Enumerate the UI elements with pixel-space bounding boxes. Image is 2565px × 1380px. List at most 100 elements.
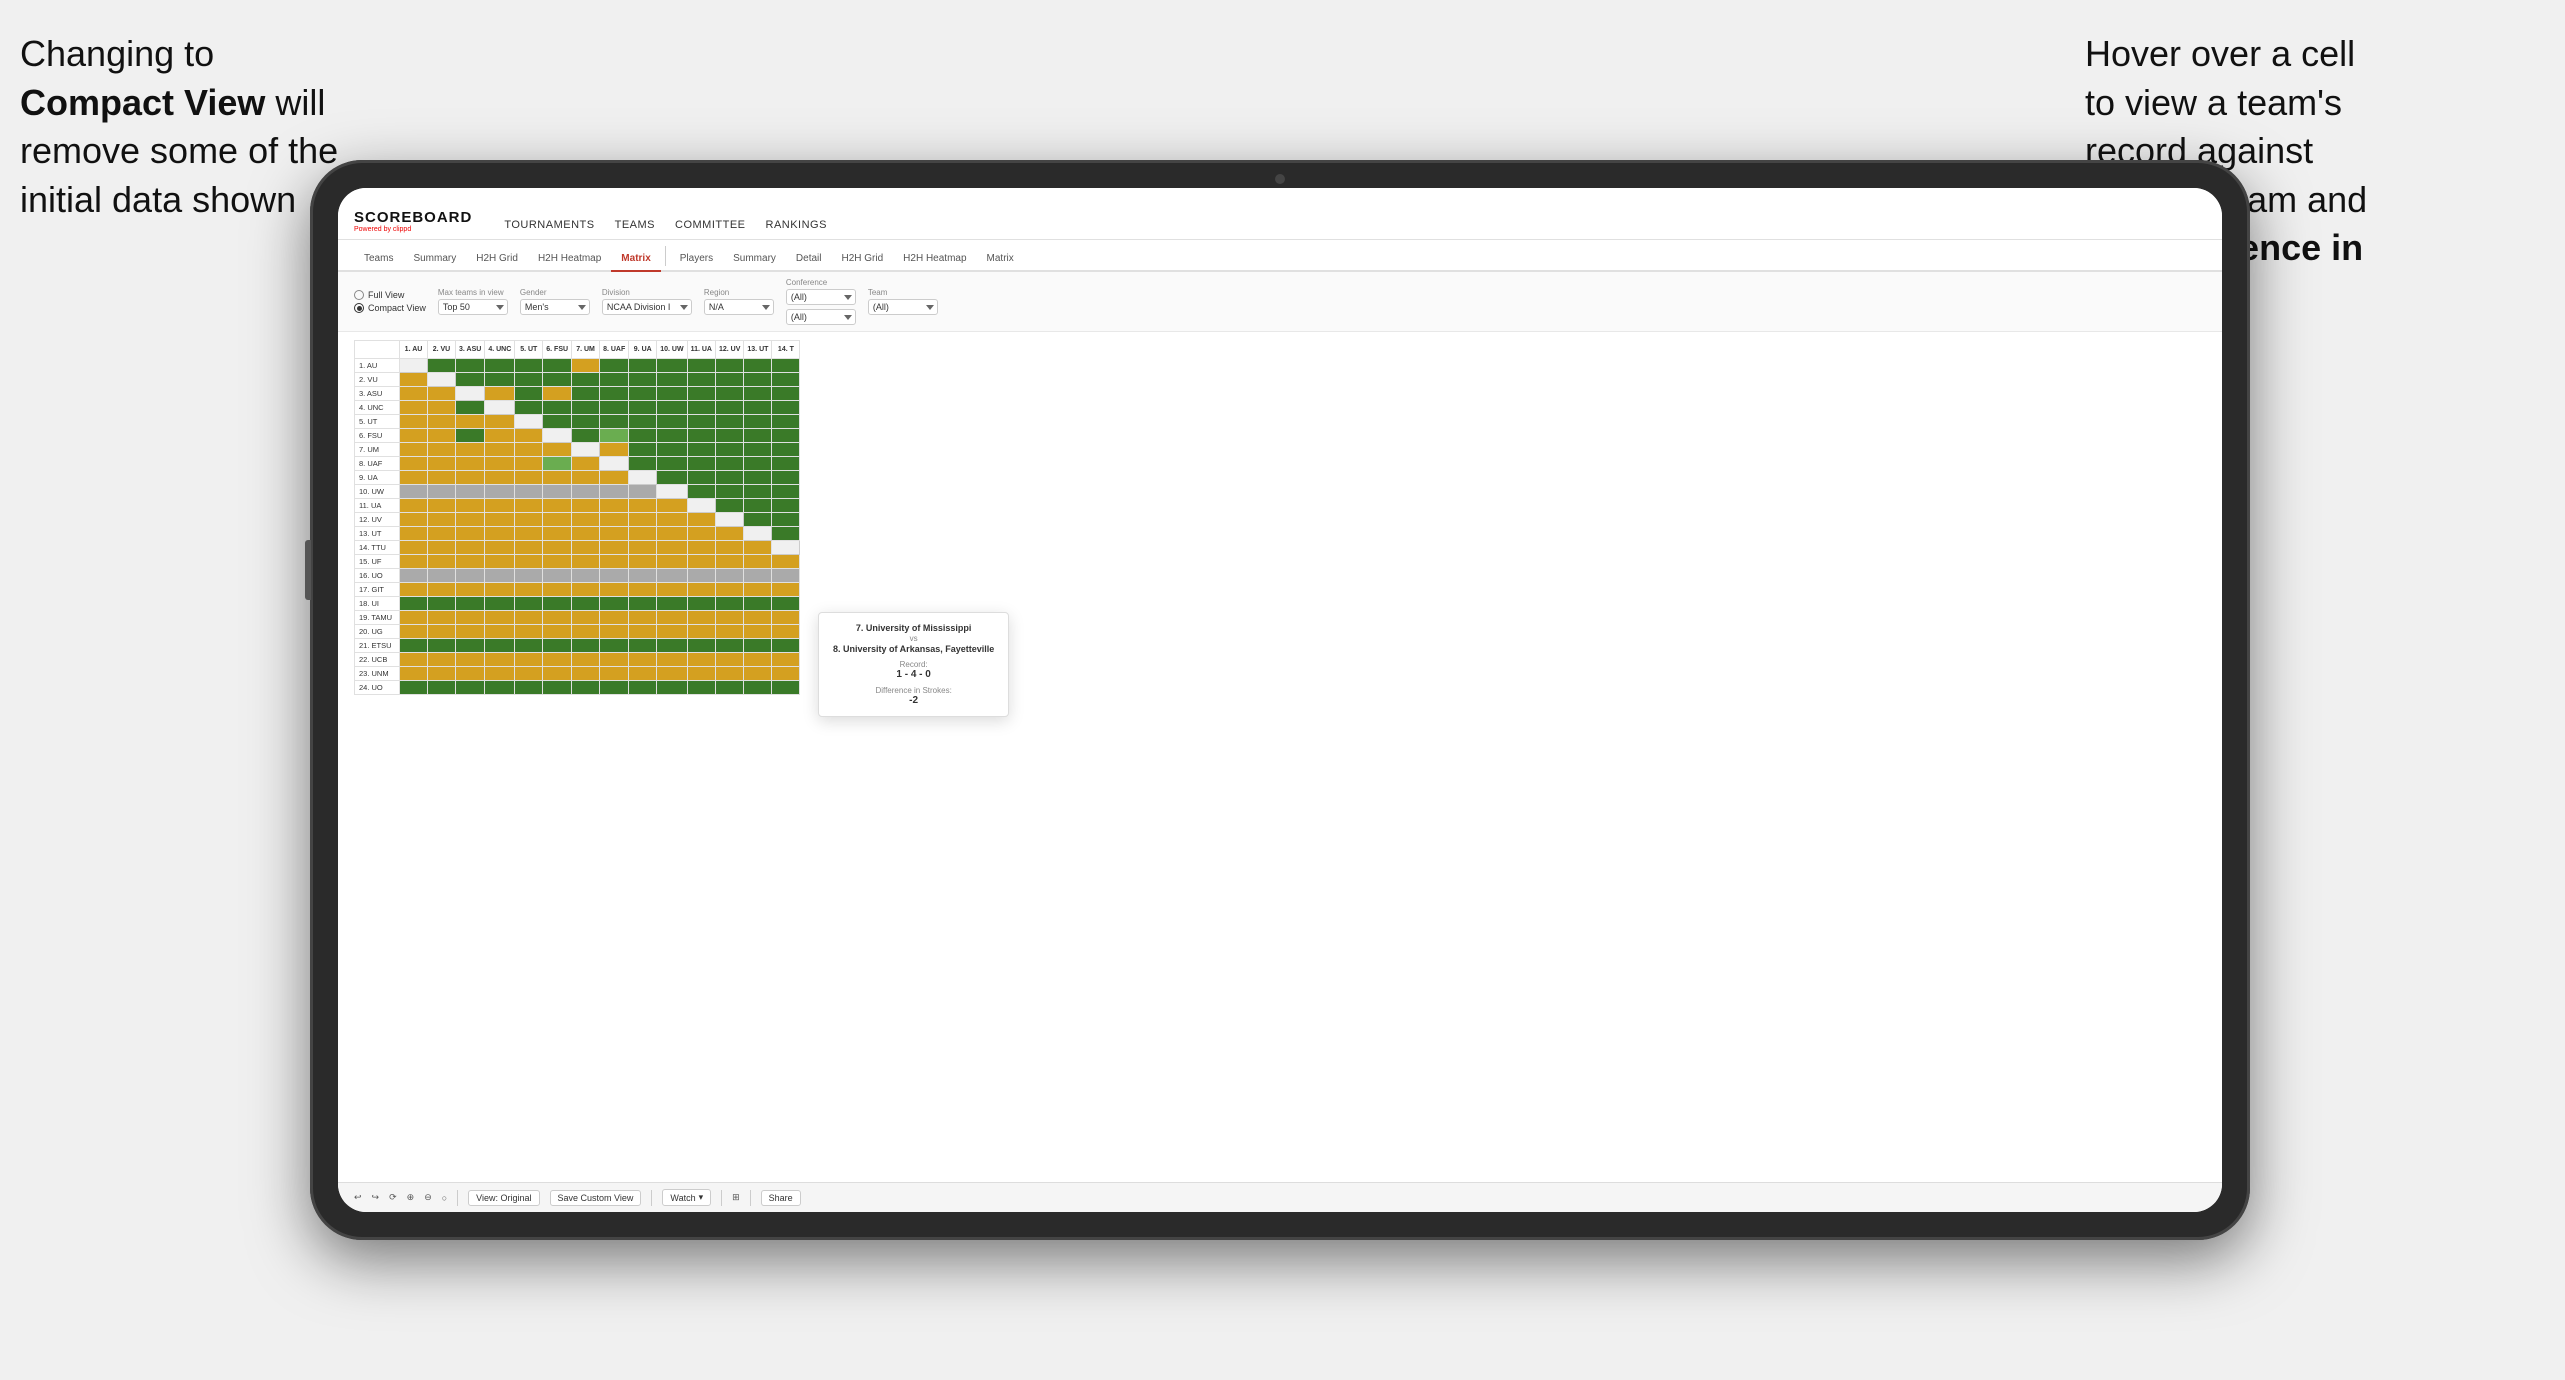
matrix-cell[interactable] <box>515 681 543 695</box>
matrix-cell[interactable] <box>572 499 600 513</box>
matrix-cell[interactable] <box>657 569 687 583</box>
matrix-cell[interactable] <box>772 457 800 471</box>
matrix-cell[interactable] <box>400 457 428 471</box>
matrix-cell[interactable] <box>687 401 715 415</box>
matrix-cell[interactable] <box>687 429 715 443</box>
matrix-cell[interactable] <box>772 597 800 611</box>
matrix-cell[interactable] <box>428 569 456 583</box>
matrix-cell[interactable] <box>600 639 629 653</box>
matrix-cell[interactable] <box>600 681 629 695</box>
matrix-cell[interactable] <box>600 513 629 527</box>
share-button[interactable]: Share <box>761 1190 801 1206</box>
matrix-cell[interactable] <box>485 625 515 639</box>
matrix-cell[interactable] <box>687 513 715 527</box>
matrix-cell[interactable] <box>657 639 687 653</box>
save-custom-button[interactable]: Save Custom View <box>550 1190 642 1206</box>
matrix-cell[interactable] <box>515 485 543 499</box>
matrix-cell[interactable] <box>772 541 800 555</box>
matrix-cell[interactable] <box>629 681 657 695</box>
matrix-cell[interactable] <box>687 373 715 387</box>
matrix-cell[interactable] <box>772 443 800 457</box>
matrix-cell[interactable] <box>543 569 572 583</box>
matrix-cell[interactable] <box>572 443 600 457</box>
matrix-cell[interactable] <box>715 401 743 415</box>
matrix-cell[interactable] <box>428 541 456 555</box>
matrix-cell[interactable] <box>456 415 485 429</box>
matrix-cell[interactable] <box>400 681 428 695</box>
matrix-cell[interactable] <box>572 555 600 569</box>
matrix-cell[interactable] <box>715 513 743 527</box>
matrix-cell[interactable] <box>572 639 600 653</box>
matrix-cell[interactable] <box>715 597 743 611</box>
matrix-cell[interactable] <box>600 429 629 443</box>
matrix-cell[interactable] <box>715 541 743 555</box>
table-row[interactable]: 24. UO <box>355 681 800 695</box>
matrix-cell[interactable] <box>715 387 743 401</box>
matrix-cell[interactable] <box>629 429 657 443</box>
matrix-cell[interactable] <box>456 429 485 443</box>
matrix-cell[interactable] <box>428 625 456 639</box>
matrix-cell[interactable] <box>687 443 715 457</box>
matrix-cell[interactable] <box>687 359 715 373</box>
undo-button[interactable]: ↩ <box>354 1192 362 1203</box>
matrix-cell[interactable] <box>485 513 515 527</box>
matrix-cell[interactable] <box>715 625 743 639</box>
matrix-cell[interactable] <box>400 555 428 569</box>
matrix-cell[interactable] <box>629 639 657 653</box>
matrix-cell[interactable] <box>515 611 543 625</box>
matrix-cell[interactable] <box>744 373 772 387</box>
matrix-cell[interactable] <box>657 611 687 625</box>
matrix-cell[interactable] <box>657 373 687 387</box>
matrix-cell[interactable] <box>657 499 687 513</box>
matrix-cell[interactable] <box>772 429 800 443</box>
matrix-cell[interactable] <box>600 555 629 569</box>
refresh-button[interactable]: ⟳ <box>389 1192 397 1203</box>
matrix-cell[interactable] <box>629 499 657 513</box>
matrix-cell[interactable] <box>744 513 772 527</box>
matrix-cell[interactable] <box>515 359 543 373</box>
nav-teams[interactable]: TEAMS <box>615 219 655 231</box>
matrix-cell[interactable] <box>485 597 515 611</box>
matrix-cell[interactable] <box>456 597 485 611</box>
matrix-cell[interactable] <box>428 555 456 569</box>
matrix-cell[interactable] <box>428 373 456 387</box>
matrix-cell[interactable] <box>428 611 456 625</box>
matrix-cell[interactable] <box>687 415 715 429</box>
matrix-cell[interactable] <box>744 457 772 471</box>
matrix-cell[interactable] <box>456 639 485 653</box>
matrix-cell[interactable] <box>629 583 657 597</box>
matrix-cell[interactable] <box>744 625 772 639</box>
matrix-cell[interactable] <box>657 401 687 415</box>
matrix-cell[interactable] <box>485 583 515 597</box>
matrix-cell[interactable] <box>428 457 456 471</box>
matrix-cell[interactable] <box>600 387 629 401</box>
matrix-cell[interactable] <box>629 443 657 457</box>
matrix-cell[interactable] <box>543 429 572 443</box>
matrix-cell[interactable] <box>600 457 629 471</box>
table-row[interactable]: 15. UF <box>355 555 800 569</box>
matrix-cell[interactable] <box>400 597 428 611</box>
matrix-cell[interactable] <box>744 485 772 499</box>
matrix-cell[interactable] <box>715 583 743 597</box>
matrix-cell[interactable] <box>715 667 743 681</box>
matrix-cell[interactable] <box>515 415 543 429</box>
matrix-cell[interactable] <box>456 667 485 681</box>
matrix-cell[interactable] <box>543 597 572 611</box>
matrix-cell[interactable] <box>456 653 485 667</box>
matrix-cell[interactable] <box>543 443 572 457</box>
watch-button[interactable]: Watch ▾ <box>662 1189 711 1206</box>
matrix-cell[interactable] <box>600 471 629 485</box>
compact-view-radio[interactable]: Compact View <box>354 303 426 313</box>
table-row[interactable]: 19. TAMU <box>355 611 800 625</box>
matrix-cell[interactable] <box>657 583 687 597</box>
matrix-cell[interactable] <box>400 527 428 541</box>
tab-matrix-left[interactable]: Matrix <box>611 247 660 272</box>
matrix-cell[interactable] <box>715 443 743 457</box>
matrix-cell[interactable] <box>687 555 715 569</box>
matrix-cell[interactable] <box>515 653 543 667</box>
matrix-cell[interactable] <box>744 583 772 597</box>
matrix-cell[interactable] <box>400 443 428 457</box>
matrix-cell[interactable] <box>485 359 515 373</box>
matrix-cell[interactable] <box>515 387 543 401</box>
matrix-cell[interactable] <box>715 359 743 373</box>
